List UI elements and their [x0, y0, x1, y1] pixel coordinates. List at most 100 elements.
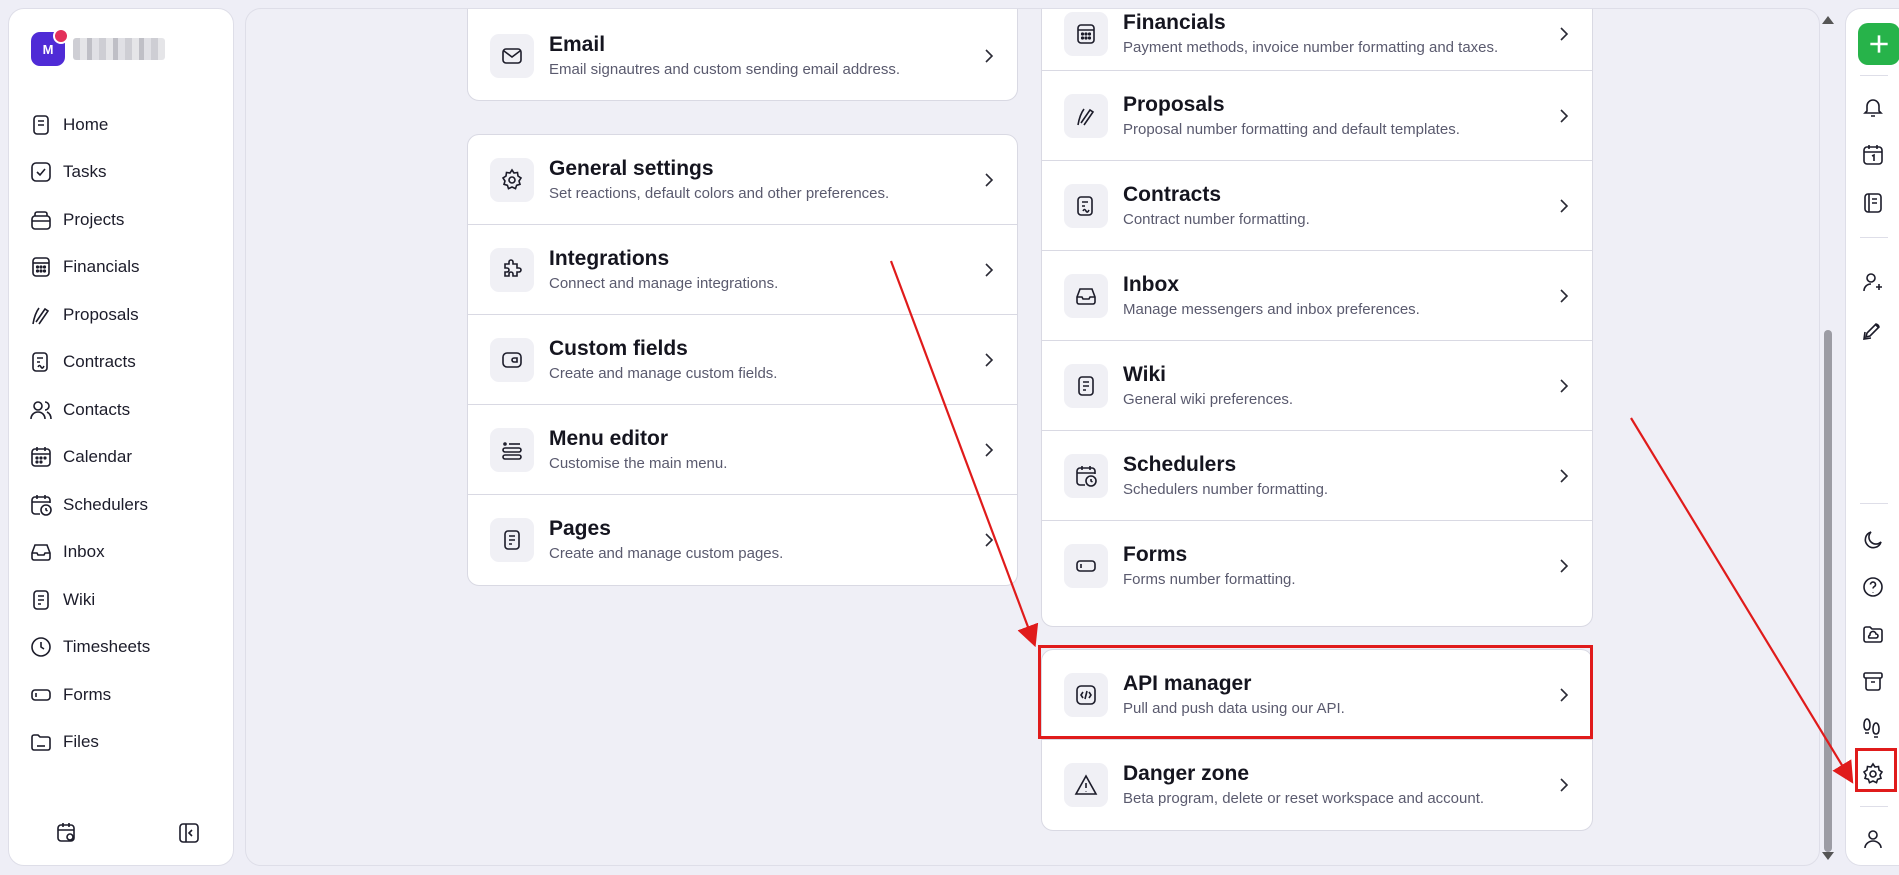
contracts-icon [32, 352, 48, 373]
inbox-icon [31, 544, 51, 562]
settings-row-wiki[interactable]: Wiki General wiki preferences. [1042, 341, 1592, 431]
row-title: Menu editor [549, 426, 668, 450]
scroll-up-arrow[interactable] [1822, 16, 1834, 24]
email-card: Email Email signautres and custom sendin… [467, 9, 1018, 101]
row-title: General settings [549, 156, 714, 180]
sidebar-item-wiki[interactable]: Wiki [29, 576, 150, 624]
sidebar-item-label: Forms [63, 684, 112, 704]
apps-button[interactable] [1858, 713, 1888, 743]
row-title: Danger zone [1123, 762, 1250, 785]
row-title: Financials [1123, 11, 1226, 34]
help-button[interactable] [1858, 572, 1888, 602]
notifications-button[interactable] [1858, 92, 1888, 122]
row-title: Contracts [1123, 182, 1222, 206]
sidebar-item-tasks[interactable]: Tasks [29, 149, 150, 197]
sidebar-item-schedulers[interactable]: Schedulers [29, 481, 150, 529]
row-title: Schedulers [1123, 452, 1237, 476]
sidebar-item-home[interactable]: Home [29, 101, 150, 149]
settings-row-integrations[interactable]: Integrations Connect and manage integrat… [468, 225, 1017, 315]
sidebar-item-files[interactable]: Files [29, 719, 150, 767]
dark-mode-button[interactable] [1858, 525, 1888, 555]
calendar-today-button[interactable] [1858, 140, 1888, 170]
settings-row-menu-editor[interactable]: Menu editor Customise the main menu. [468, 405, 1017, 495]
main-scrollbar[interactable] [1820, 8, 1836, 866]
settings-row-api-manager[interactable]: API manager Pull and push data using our… [1042, 650, 1592, 740]
api-manager-icon-box [1064, 672, 1108, 717]
sidebar-item-label: Projects [63, 209, 125, 229]
account-card: API manager Pull and push data using our… [1041, 649, 1593, 831]
launch-button[interactable] [1858, 315, 1888, 345]
sidebar-item-label: Financials [63, 257, 140, 277]
settings-row-general-settings[interactable]: General settings Set reactions, default … [468, 135, 1017, 225]
chevron-right-icon [985, 352, 994, 367]
scroll-down-arrow[interactable] [1822, 852, 1834, 860]
add-button[interactable] [1858, 23, 1899, 65]
chevron-right-icon [1560, 108, 1569, 123]
settings-row-danger-zone[interactable]: Danger zone Beta program, delete or rese… [1042, 740, 1592, 830]
warning-icon [1074, 774, 1098, 795]
sidebar-item-label: Calendar [63, 447, 132, 467]
row-subtitle: Customise the main menu. [549, 454, 728, 472]
invite-user-button[interactable] [1858, 267, 1888, 297]
custom-fields-icon-box [490, 337, 534, 382]
chevron-right-icon [985, 172, 994, 187]
sidebar-item-label: Schedulers [63, 494, 149, 514]
home-icon [33, 114, 49, 135]
sidebar-item-projects[interactable]: Projects [29, 196, 150, 244]
sidebar-item-contracts[interactable]: Contracts [29, 339, 150, 387]
chevron-right-icon [985, 533, 994, 547]
sidebar-item-calendar[interactable]: Calendar [29, 434, 150, 482]
sidebar-item-proposals[interactable]: Proposals [29, 291, 150, 339]
settings-row-contracts[interactable]: Contracts Contract number formatting. [1042, 161, 1592, 251]
settings-row-email[interactable]: Email Email signautres and custom sendin… [468, 11, 1017, 100]
row-title: Proposals [1123, 92, 1225, 116]
settings-row-schedulers[interactable]: Schedulers Schedulers number formatting. [1042, 431, 1592, 521]
row-subtitle: Connect and manage integrations. [549, 274, 779, 292]
sidebar-item-label: Contracts [63, 352, 136, 372]
scroll-thumb[interactable] [1824, 330, 1832, 852]
row-subtitle: Pull and push data using our API. [1123, 699, 1345, 717]
calendar-icon [31, 447, 51, 468]
notes-button[interactable] [1858, 188, 1888, 218]
settings-button[interactable] [1858, 759, 1888, 789]
row-subtitle: Create and manage custom pages. [549, 545, 784, 562]
sidebar-nav: Home Tasks Projects Financials Proposals… [29, 101, 150, 766]
sidebar-item-contacts[interactable]: Contacts [29, 386, 150, 434]
collapse-sidebar-button[interactable] [175, 819, 203, 847]
sidebar-item-inbox[interactable]: Inbox [29, 529, 150, 577]
chevron-right-icon [1560, 378, 1569, 393]
row-title: Custom fields [549, 336, 688, 360]
workspace-avatar[interactable]: M [31, 28, 69, 66]
proposals-icon-box [1064, 93, 1108, 138]
archive-button[interactable] [1858, 666, 1888, 696]
workspace-settings-button[interactable] [53, 819, 81, 847]
sidebar-item-financials[interactable]: Financials [29, 244, 150, 292]
timesheets-icon [31, 637, 51, 658]
schedulers-icon-box [1064, 453, 1108, 498]
settings-row-proposals[interactable]: Proposals Proposal number formatting and… [1042, 71, 1592, 161]
sidebar-item-forms[interactable]: Forms [29, 671, 150, 719]
workspace-switcher[interactable]: M [31, 28, 165, 66]
settings-row-inbox[interactable]: Inbox Manage messengers and inbox prefer… [1042, 251, 1592, 341]
row-subtitle: Email signautres and custom sending emai… [549, 61, 901, 78]
cloud-folder-icon [1863, 626, 1883, 643]
sidebar-footer [53, 819, 203, 847]
sidebar-item-timesheets[interactable]: Timesheets [29, 624, 150, 672]
chevron-right-icon [1560, 778, 1569, 792]
settings-row-financials[interactable]: Financials Payment methods, invoice numb… [1042, 9, 1592, 71]
financials-icon [32, 257, 50, 278]
settings-row-custom-fields[interactable]: Custom fields Create and manage custom f… [468, 315, 1017, 405]
tasks-icon [31, 162, 51, 183]
modules-card: Financials Payment methods, invoice numb… [1041, 9, 1593, 627]
files-icon [31, 734, 51, 752]
settings-row-forms[interactable]: Forms Forms number formatting. [1042, 521, 1592, 611]
profile-button[interactable] [1858, 824, 1888, 854]
settings-row-pages[interactable]: Pages Create and manage custom pages. [468, 495, 1017, 585]
contract-icon [1077, 195, 1093, 216]
contacts-icon [30, 400, 52, 419]
calendar-day-icon [1863, 145, 1883, 165]
row-title: Integrations [549, 246, 670, 270]
sidebar-item-label: Home [63, 114, 109, 134]
storage-button[interactable] [1858, 619, 1888, 649]
custom-fields-icon [502, 351, 522, 368]
